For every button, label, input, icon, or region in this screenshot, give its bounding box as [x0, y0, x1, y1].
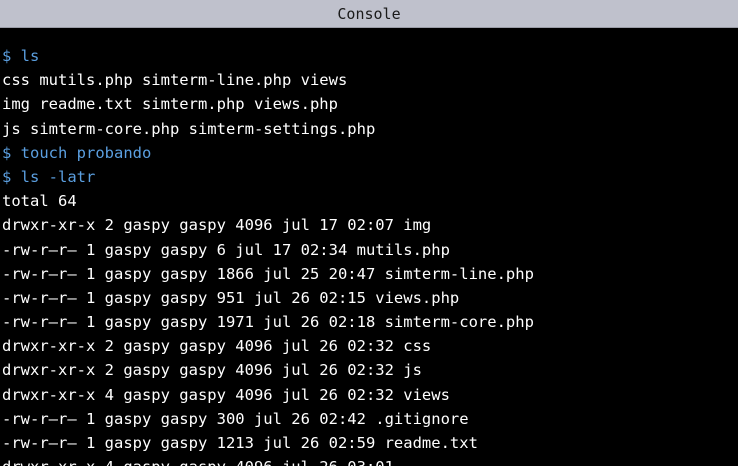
- terminal-output-line: drwxr-xr-x 4 gaspy gaspy 4096 jul 26 03:…: [2, 455, 738, 466]
- terminal-output-line: -rw-r–r– 1 gaspy gaspy 1866 jul 25 20:47…: [2, 264, 534, 283]
- terminal-output-line: drwxr-xr-x 4 gaspy gaspy 4096 jul 26 02:…: [2, 385, 450, 404]
- terminal-output-line: drwxr-xr-x 2 gaspy gaspy 4096 jul 26 02:…: [2, 337, 432, 356]
- terminal-output-line: css mutils.php simterm-line.php views: [2, 71, 348, 90]
- terminal-command-line: $ ls: [2, 47, 40, 65]
- terminal-command-line: $ touch probando: [2, 143, 152, 162]
- terminal-output-line: -rw-r–r– 1 gaspy gaspy 1213 jul 26 02:59…: [2, 434, 478, 452]
- terminal-output-line: drwxr-xr-x 2 gaspy gaspy 4096 jul 26 02:…: [2, 361, 422, 380]
- terminal-output-line: -rw-r–r– 1 gaspy gaspy 300 jul 26 02:42 …: [2, 409, 469, 428]
- terminal-output-line: img readme.txt simterm.php views.php: [2, 95, 338, 114]
- terminal-output-line: js simterm-core.php simterm-settings.php: [2, 119, 376, 138]
- terminal-command-line: $ ls -latr: [2, 167, 96, 186]
- terminal-output-line: -rw-r–r– 1 gaspy gaspy 6 jul 17 02:34 mu…: [2, 240, 450, 259]
- title-bar[interactable]: Console: [0, 0, 738, 28]
- window-title: Console: [337, 5, 401, 23]
- console-window: Console $ ls css mutils.php simterm-line…: [0, 0, 738, 466]
- terminal-output[interactable]: $ ls css mutils.php simterm-line.php vie…: [2, 44, 738, 466]
- terminal-output-line: -rw-r–r– 1 gaspy gaspy 951 jul 26 02:15 …: [2, 288, 460, 307]
- terminal-output-line: total 64: [2, 192, 77, 211]
- terminal-output-line: -rw-r–r– 1 gaspy gaspy 1971 jul 26 02:18…: [2, 313, 534, 332]
- terminal-output-line: drwxr-xr-x 2 gaspy gaspy 4096 jul 17 02:…: [2, 216, 432, 235]
